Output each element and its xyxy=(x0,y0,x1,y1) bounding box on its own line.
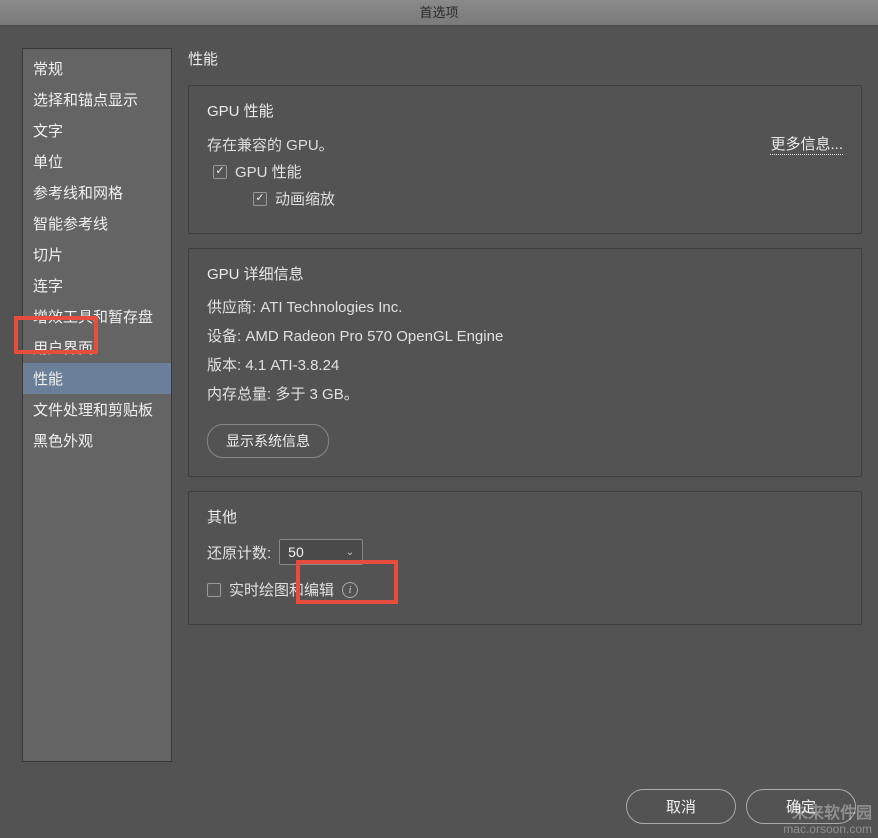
sidebar-item-hyphenation[interactable]: 连字 xyxy=(23,270,171,301)
device-value: AMD Radeon Pro 570 OpenGL Engine xyxy=(245,328,503,345)
vendor-label: 供应商: xyxy=(207,299,256,316)
other-panel: 其他 还原计数: 50 ⌄ 实时绘图和编辑 i xyxy=(188,491,862,625)
vendor-value: ATI Technologies Inc. xyxy=(260,299,402,316)
sidebar-item-black-appearance[interactable]: 黑色外观 xyxy=(23,425,171,456)
animated-zoom-checkbox[interactable] xyxy=(253,192,267,206)
gpu-details-title: GPU 详细信息 xyxy=(207,263,843,284)
memory-label: 内存总量: xyxy=(207,386,271,403)
cancel-button[interactable]: 取消 xyxy=(626,789,736,824)
gpu-performance-panel: GPU 性能 存在兼容的 GPU。 更多信息... GPU 性能 动画缩放 xyxy=(188,85,862,234)
sidebar-item-guides-grid[interactable]: 参考线和网格 xyxy=(23,177,171,208)
version-value: 4.1 ATI-3.8.24 xyxy=(245,357,339,374)
chevron-down-icon: ⌄ xyxy=(346,547,354,558)
gpu-performance-checkbox-label: GPU 性能 xyxy=(235,161,302,182)
undo-count-select[interactable]: 50 ⌄ xyxy=(279,539,363,565)
gpu-compat-text: 存在兼容的 GPU。 xyxy=(207,134,334,155)
sidebar-item-selection-anchor[interactable]: 选择和锚点显示 xyxy=(23,84,171,115)
sidebar-item-file-clipboard[interactable]: 文件处理和剪贴板 xyxy=(23,394,171,425)
more-info-link[interactable]: 更多信息... xyxy=(770,133,843,155)
gpu-performance-checkbox[interactable] xyxy=(213,165,227,179)
show-system-info-button[interactable]: 显示系统信息 xyxy=(207,424,329,458)
preferences-sidebar: 常规 选择和锚点显示 文字 单位 参考线和网格 智能参考线 切片 连字 增效工具… xyxy=(22,48,172,762)
window-title: 首选项 xyxy=(419,5,458,20)
dialog-footer: 取消 确定 xyxy=(0,774,878,838)
device-label: 设备: xyxy=(207,328,241,345)
window-titlebar: 首选项 xyxy=(0,0,878,26)
page-title: 性能 xyxy=(188,48,862,69)
gpu-details-panel: GPU 详细信息 供应商: ATI Technologies Inc. 设备: … xyxy=(188,248,862,477)
realtime-draw-label: 实时绘图和编辑 xyxy=(229,579,334,600)
realtime-draw-checkbox[interactable] xyxy=(207,583,221,597)
sidebar-item-performance[interactable]: 性能 xyxy=(23,363,171,394)
animated-zoom-checkbox-label: 动画缩放 xyxy=(275,188,335,209)
sidebar-item-smart-guides[interactable]: 智能参考线 xyxy=(23,208,171,239)
sidebar-item-plugins-scratch[interactable]: 增效工具和暂存盘 xyxy=(23,301,171,332)
gpu-performance-title: GPU 性能 xyxy=(207,100,843,121)
memory-value: 多于 3 GB。 xyxy=(275,386,358,403)
undo-count-value: 50 xyxy=(288,544,304,560)
sidebar-item-user-interface[interactable]: 用户界面 xyxy=(23,332,171,363)
info-icon[interactable]: i xyxy=(342,582,358,598)
watermark: 未来软件园 mac.orsoon.com xyxy=(783,805,872,836)
sidebar-item-slices[interactable]: 切片 xyxy=(23,239,171,270)
sidebar-item-type[interactable]: 文字 xyxy=(23,115,171,146)
undo-count-label: 还原计数: xyxy=(207,542,271,563)
other-title: 其他 xyxy=(207,506,843,527)
sidebar-item-general[interactable]: 常规 xyxy=(23,53,171,84)
version-label: 版本: xyxy=(207,357,241,374)
sidebar-item-units[interactable]: 单位 xyxy=(23,146,171,177)
